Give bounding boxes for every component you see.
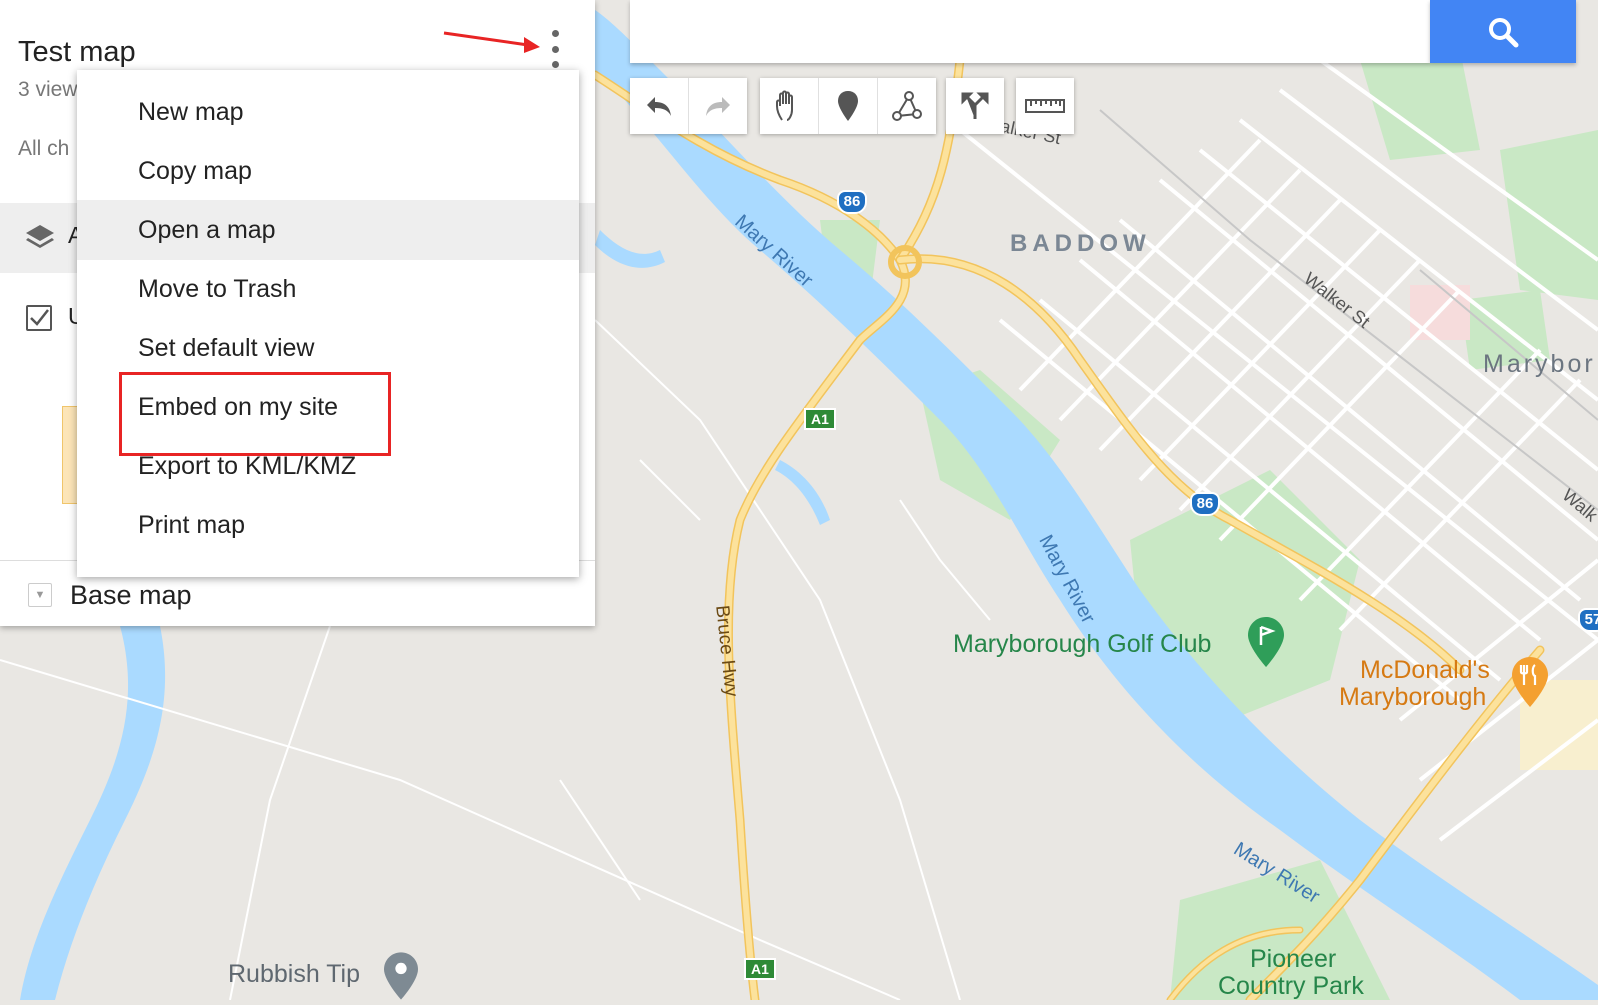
basemap-label[interactable]: Base map	[70, 580, 192, 611]
red-arrow-annotation	[443, 31, 540, 53]
directions-icon	[961, 92, 989, 119]
route-shield-86-a: 86	[837, 190, 867, 214]
save-status: All ch	[18, 137, 70, 160]
add-directions-button[interactable]	[946, 78, 1004, 134]
more-vert-icon	[551, 30, 559, 37]
poi-label-pioneer-1[interactable]: Pioneer	[1250, 945, 1336, 974]
marker-icon	[838, 91, 858, 121]
place-pin-icon[interactable]	[384, 952, 418, 1000]
golf-pin-icon[interactable]	[1248, 617, 1284, 667]
measure-toolbar	[1016, 78, 1074, 134]
search-input[interactable]	[630, 0, 1430, 63]
suburb-label-baddow: BADDOW	[1010, 230, 1151, 257]
highlight-annotation-box	[119, 372, 391, 456]
layer-checkbox[interactable]	[26, 305, 52, 331]
search-icon	[1489, 17, 1519, 47]
check-icon	[30, 309, 49, 326]
route-shield-86-b: 86	[1190, 492, 1220, 516]
menu-item-move-to-trash[interactable]: Move to Trash	[77, 259, 579, 319]
menu-item-new-map[interactable]: New map	[77, 82, 579, 142]
poi-label-mcdonalds-2[interactable]: Maryborough	[1339, 683, 1486, 712]
line-icon	[892, 91, 922, 121]
poi-label-pioneer-2[interactable]: Country Park	[1218, 972, 1364, 1001]
add-marker-button[interactable]	[819, 78, 878, 134]
chevron-down-icon: ▼	[34, 589, 46, 601]
menu-item-open-map[interactable]: Open a map	[77, 200, 579, 260]
map-view-count: 3 view	[18, 78, 78, 101]
select-items-button[interactable]	[760, 78, 819, 134]
poi-label-rubbish-tip[interactable]: Rubbish Tip	[228, 960, 360, 989]
history-toolbar	[630, 78, 747, 134]
menu-item-set-default-view[interactable]: Set default view	[77, 318, 579, 378]
hand-icon	[776, 90, 793, 121]
search-button[interactable]	[1430, 0, 1576, 63]
route-shield-a1-a: A1	[804, 408, 836, 430]
undo-icon	[647, 97, 671, 116]
poi-label-mcdonalds-1[interactable]: McDonald's	[1360, 656, 1490, 685]
draw-toolbar	[760, 78, 936, 134]
basemap-toggle[interactable]: ▼	[28, 583, 52, 607]
route-shield-a1-b: A1	[744, 958, 776, 980]
ruler-icon	[1025, 99, 1065, 113]
menu-item-print-map[interactable]: Print map	[77, 495, 579, 555]
measure-button[interactable]	[1016, 78, 1074, 134]
directions-toolbar	[946, 78, 1004, 134]
map-title[interactable]: Test map	[18, 36, 136, 69]
town-label-maryborough: Marybor	[1483, 350, 1596, 378]
redo-button[interactable]	[689, 78, 747, 134]
route-shield-57: 57	[1578, 608, 1598, 632]
poi-label-golf-club[interactable]: Maryborough Golf Club	[953, 630, 1211, 659]
draw-line-button[interactable]	[878, 78, 936, 134]
undo-button[interactable]	[630, 78, 689, 134]
restaurant-pin-icon[interactable]	[1512, 657, 1548, 707]
menu-item-copy-map[interactable]: Copy map	[77, 141, 579, 201]
map-options-menu: New map Copy map Open a map Move to Tras…	[77, 70, 579, 577]
layers-icon	[26, 225, 54, 248]
redo-icon	[706, 97, 730, 116]
